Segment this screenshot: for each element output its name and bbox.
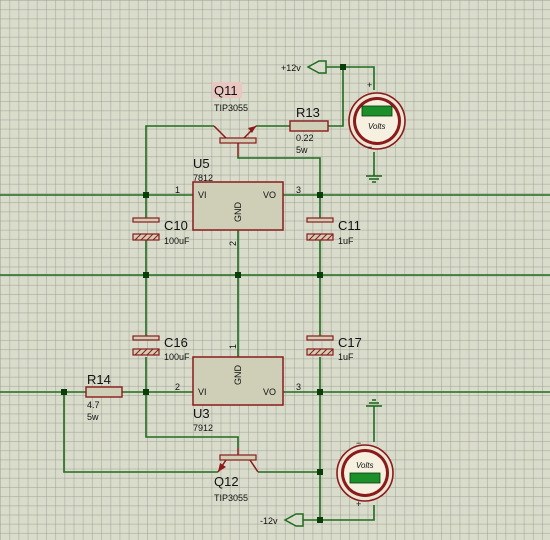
q12-emitter-arrow [218,463,226,472]
voltmeter-plus: + [356,499,361,509]
voltmeter-minus: − [356,438,361,448]
resistor-body[interactable] [289,120,329,132]
junction-dot [61,389,67,395]
wire-r13-out[interactable] [326,66,344,127]
capacitor-plate [306,335,334,341]
u5-pin-gnd-label: GND [233,202,243,223]
q11-collector-lead [213,125,227,139]
r13-value: 0.22 [296,133,314,143]
u3-pin1: 1 [228,344,238,349]
voltmeter-bottom[interactable]: Volts − + [336,438,394,509]
terminal-neg12[interactable]: -12v [260,513,304,527]
u5-ref: U5 [193,156,210,171]
capacitor-plate [132,335,160,341]
junction-dot [143,272,149,278]
wire-neg-out[interactable] [295,505,375,521]
resistor-body[interactable] [85,386,123,398]
u5-pin3: 3 [296,185,301,195]
u3-pin3: 3 [296,382,301,392]
junction-dot [317,389,323,395]
q11-part: TIP3055 [214,103,248,113]
c17-value: 1uF [338,352,354,362]
resistor-r13[interactable]: R13 0.22 5w [289,105,329,155]
transistor-q11[interactable]: Q11 TIP3055 [212,82,257,156]
capacitor-c17[interactable]: C17 1uF [306,335,362,362]
ground-symbol-top [366,175,382,183]
u3-pin-vi-label: VI [198,387,207,397]
c11-ref: C11 [338,218,361,233]
c16-value: 100uF [164,352,190,362]
q12-part: TIP3055 [214,493,248,503]
u5-part: 7812 [193,173,213,183]
junction-dot [235,272,241,278]
q12-base-bar [219,454,257,461]
junction-dot [317,192,323,198]
r13-ref: R13 [296,105,320,120]
u5-pin-vi-label: VI [198,190,207,200]
voltmeter-top[interactable]: Volts + − [348,80,406,152]
resistor-r14[interactable]: R14 4.7 5w [85,372,123,422]
terminal-pos12[interactable]: +12v [281,60,327,74]
capacitor-c16[interactable]: C16 100uF [132,335,190,362]
u3-pin-vo-label: VO [263,387,276,397]
wires [0,66,550,521]
junction-dot [317,272,323,278]
c10-ref: C10 [164,218,188,233]
c10-value: 100uF [164,236,190,246]
junction-dot [317,469,323,475]
u5-pin1: 1 [175,185,180,195]
q11-base-bar [219,137,257,144]
u5-pin-vo-label: VO [263,190,276,200]
u3-part: 7912 [193,423,213,433]
regulator-u3[interactable]: U3 7912 VI VO GND 1 2 3 [175,344,301,433]
u3-pin2: 2 [175,382,180,392]
voltmeter-display [361,105,393,117]
terminal-neg-label: -12v [260,516,278,526]
q11-ref: Q11 [214,83,238,98]
capacitor-c10[interactable]: C10 100uF [132,217,190,246]
voltmeter-minus: − [367,142,372,152]
capacitor-plate [306,217,334,223]
voltmeter-display [349,472,381,484]
r14-value: 4.7 [87,400,100,410]
terminal-flag[interactable] [283,513,304,527]
ground-symbol-bottom [366,399,382,412]
voltmeter-label: Volts [368,122,386,131]
q12-collector-lead [249,459,259,473]
terminal-pos-label: +12v [281,63,301,73]
junction-dot [317,517,323,523]
c17-ref: C17 [338,335,362,350]
junction-dot [143,389,149,395]
capacitor-c11[interactable]: C11 1uF [306,217,361,246]
capacitor-plate [132,217,160,223]
junction-dot [143,192,149,198]
voltmeter-label: Volts [356,461,374,470]
junction-dot [340,64,346,70]
terminal-flag[interactable] [306,60,327,74]
voltmeter-plus: + [367,80,372,90]
r14-power: 5w [87,412,99,422]
u5-pin2: 2 [228,241,238,246]
u3-pin-gnd-label: GND [233,365,243,386]
c11-value: 1uF [338,236,354,246]
r13-power: 5w [296,145,308,155]
transistor-q12[interactable]: Q12 TIP3055 [214,448,259,503]
schematic: U5 7812 VI VO GND 1 3 2 U3 7912 VI VO GN… [0,60,550,527]
u3-ref: U3 [193,406,210,421]
q12-ref: Q12 [214,474,239,489]
c16-ref: C16 [164,335,188,350]
r14-ref: R14 [87,372,111,387]
